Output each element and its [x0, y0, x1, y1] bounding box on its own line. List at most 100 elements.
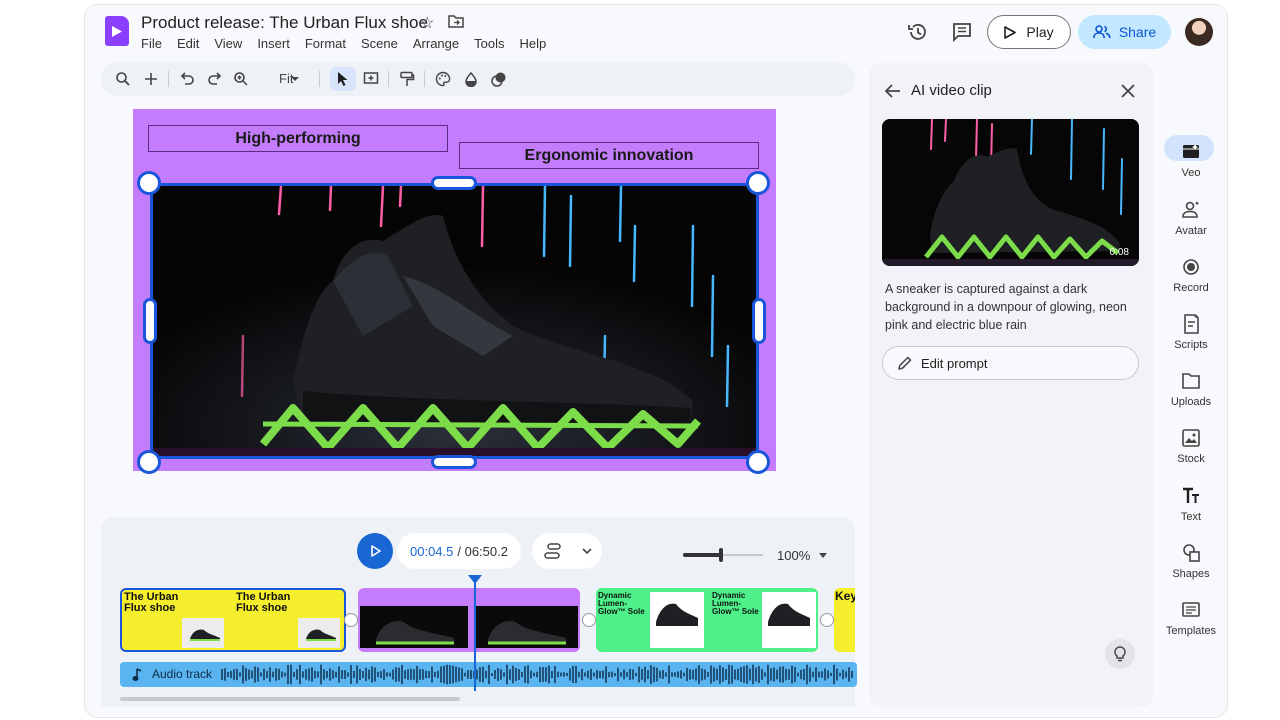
resize-handle-right[interactable]	[752, 298, 766, 344]
sneaker-thumbnail-image	[768, 603, 810, 626]
timeline-zoom-slider[interactable]	[683, 548, 763, 562]
rail-item-templates[interactable]: Templates	[1161, 599, 1221, 637]
timeline-clip-sneaker[interactable]	[358, 588, 580, 652]
paint-format-icon[interactable]	[399, 71, 415, 87]
zoom-icon[interactable]	[233, 71, 249, 87]
resize-handle-top-right[interactable]	[746, 171, 770, 195]
menu-format[interactable]: Format	[305, 36, 346, 51]
record-icon	[1183, 259, 1199, 275]
rail-item-stock[interactable]: Stock	[1161, 427, 1221, 465]
add-icon[interactable]	[143, 71, 159, 87]
rail-label: Uploads	[1170, 396, 1212, 408]
templates-icon	[1182, 602, 1200, 617]
user-avatar[interactable]	[1185, 18, 1213, 46]
chevron-down-icon[interactable]	[819, 553, 827, 559]
timeline-mode-select[interactable]	[532, 533, 602, 569]
fill-color-icon[interactable]	[463, 71, 479, 87]
timeline-zoom-value[interactable]: 100%	[777, 548, 810, 563]
select-cursor-icon[interactable]	[335, 71, 351, 87]
edit-prompt-label: Edit prompt	[921, 356, 988, 371]
resize-handle-bottom[interactable]	[431, 455, 477, 469]
time-display: 00:04.5 / 06:50.2	[397, 533, 521, 569]
resize-handle-top-left[interactable]	[137, 171, 161, 195]
version-history-icon[interactable]	[907, 21, 931, 45]
rail-label: Text	[1180, 511, 1202, 523]
clip-duration: 0:08	[1109, 247, 1129, 258]
rail-item-record[interactable]: Record	[1161, 256, 1221, 294]
timeline-clip-title[interactable]: The Urban Flux shoe The Urban Flux shoe	[120, 588, 346, 652]
transition-icon[interactable]	[582, 613, 596, 627]
ai-clip-preview[interactable]: 0:08	[882, 119, 1139, 266]
sneaker-image	[153, 186, 756, 456]
move-to-folder-icon[interactable]	[448, 14, 464, 33]
timeline-scrollbar[interactable]	[120, 697, 460, 701]
veo-icon	[1183, 144, 1199, 158]
toolbar-divider	[168, 71, 169, 87]
rail-item-shapes[interactable]: Shapes	[1161, 542, 1221, 580]
text-box-high-performing[interactable]: High-performing	[148, 125, 448, 152]
menu-bar: File Edit View Insert Format Scene Arran…	[141, 36, 561, 51]
toolbar-divider	[319, 71, 320, 87]
transition-icon[interactable]	[820, 613, 834, 627]
audio-track[interactable]: Audio track	[120, 662, 857, 687]
edit-prompt-button[interactable]: Edit prompt	[882, 346, 1139, 380]
menu-insert[interactable]: Insert	[257, 36, 290, 51]
share-button[interactable]: Share	[1078, 15, 1171, 49]
playhead-line[interactable]	[474, 575, 476, 691]
rail-label: Shapes	[1172, 568, 1210, 580]
play-label: Play	[1026, 24, 1054, 40]
close-icon[interactable]	[1121, 84, 1135, 98]
rail-item-text[interactable]: Text	[1161, 485, 1221, 523]
redo-icon[interactable]	[207, 71, 223, 87]
clip-title-text: The Urban Flux shoe	[124, 591, 179, 614]
timeline-clip-key[interactable]: Key	[834, 588, 855, 652]
rail-item-avatar[interactable]: Avatar	[1161, 199, 1221, 237]
zoom-slider-fill	[683, 553, 722, 557]
menu-scene[interactable]: Scene	[361, 36, 398, 51]
play-icon	[371, 545, 381, 557]
timeline-play-button[interactable]	[357, 533, 393, 569]
clip-title-text: The Urban Flux shoe	[236, 591, 291, 614]
add-text-box-icon[interactable]	[363, 71, 379, 87]
people-icon	[1092, 25, 1111, 39]
zoom-slider-knob[interactable]	[719, 548, 724, 562]
chevron-down-icon[interactable]	[290, 75, 300, 83]
menu-view[interactable]: View	[214, 36, 242, 51]
comments-icon[interactable]	[951, 21, 975, 45]
rail-item-scripts[interactable]: Scripts	[1161, 313, 1221, 351]
resize-handle-bottom-left[interactable]	[137, 450, 161, 474]
sneaker-video-clip[interactable]	[150, 183, 759, 459]
menu-tools[interactable]: Tools	[474, 36, 504, 51]
menu-edit[interactable]: Edit	[177, 36, 199, 51]
shape-effects-icon[interactable]	[491, 71, 507, 87]
text-box-ergonomic-innovation[interactable]: Ergonomic innovation	[459, 142, 759, 169]
resize-handle-top[interactable]	[431, 176, 477, 190]
slide-canvas[interactable]: High-performing Ergonomic innovation	[133, 109, 776, 474]
timeline-clip-sole[interactable]: Dynamic Lumen-Glow™ Sole Dynamic Lumen-G…	[596, 588, 818, 652]
rail-label: Stock	[1177, 453, 1205, 465]
transition-icon[interactable]	[344, 613, 358, 627]
menu-arrange[interactable]: Arrange	[413, 36, 459, 51]
rail-item-uploads[interactable]: Uploads	[1161, 370, 1221, 408]
menu-help[interactable]: Help	[519, 36, 546, 51]
avatar-icon	[1182, 201, 1200, 218]
script-icon	[1184, 314, 1199, 334]
sneaker-thumbnail-image	[376, 620, 454, 645]
text-icon	[1183, 487, 1199, 503]
tips-button[interactable]	[1105, 639, 1135, 669]
document-title[interactable]: Product release: The Urban Flux shoe	[141, 13, 428, 33]
back-arrow-icon[interactable]	[885, 84, 901, 98]
clip-description: A sneaker is captured against a dark bac…	[885, 282, 1127, 332]
search-icon[interactable]	[115, 71, 131, 87]
undo-icon[interactable]	[179, 71, 195, 87]
resize-handle-bottom-right[interactable]	[746, 450, 770, 474]
star-icon[interactable]: ☆	[420, 13, 434, 33]
menu-file[interactable]: File	[141, 36, 162, 51]
rail-item-veo[interactable]: Veo	[1161, 141, 1221, 179]
play-icon	[1004, 25, 1017, 39]
ai-video-clip-panel: AI video clip 0:08 A sneaker is captured…	[869, 63, 1153, 707]
resize-handle-left[interactable]	[143, 298, 157, 344]
palette-icon[interactable]	[435, 71, 451, 87]
pencil-icon	[898, 356, 912, 370]
play-button[interactable]: Play	[987, 15, 1071, 49]
